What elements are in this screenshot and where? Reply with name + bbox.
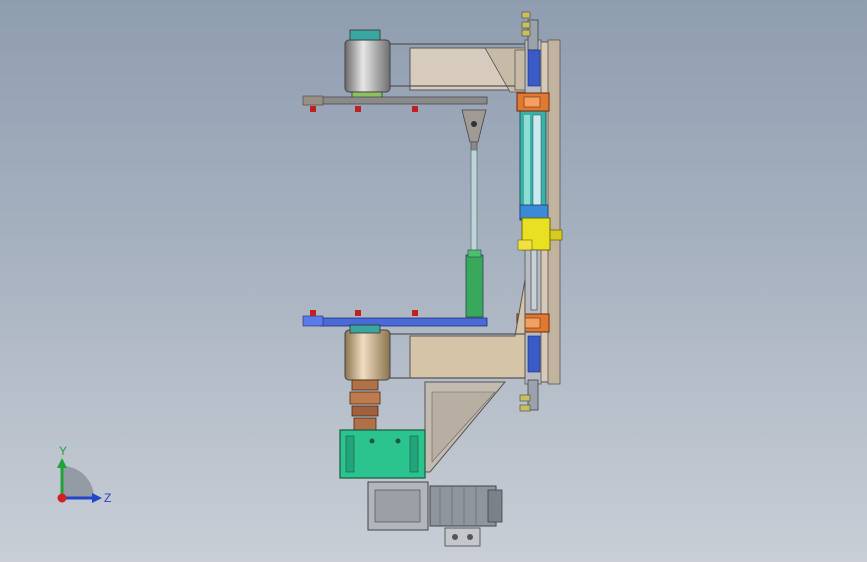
pneumatic-cylinder[interactable] bbox=[519, 109, 549, 221]
orientation-triad[interactable]: Y Z bbox=[57, 444, 111, 505]
z-axis-label: Z bbox=[104, 491, 111, 505]
upper-bearing-block[interactable] bbox=[516, 92, 550, 112]
vertical-rod[interactable] bbox=[470, 149, 478, 256]
y-axis-label: Y bbox=[59, 444, 67, 458]
electric-motor[interactable] bbox=[367, 481, 503, 547]
conical-guide[interactable] bbox=[461, 109, 487, 153]
piston-rod[interactable] bbox=[530, 249, 538, 311]
shaft-coupling[interactable] bbox=[349, 379, 381, 431]
bottom-blue-plate[interactable] bbox=[302, 315, 488, 327]
top-pulley[interactable] bbox=[344, 29, 391, 101]
gearbox-bracket[interactable] bbox=[424, 381, 507, 473]
x-axis-origin-icon bbox=[57, 493, 67, 503]
cad-viewport[interactable]: Y Z bbox=[0, 0, 867, 562]
bottom-plate-bolts bbox=[310, 310, 418, 316]
top-plate-bolts bbox=[310, 106, 418, 112]
gearbox[interactable] bbox=[339, 429, 426, 479]
top-plate[interactable] bbox=[302, 95, 488, 106]
assembly-model[interactable]: Y Z bbox=[0, 0, 867, 562]
bottom-pulley[interactable] bbox=[344, 324, 391, 381]
y-axis-arrowhead-icon bbox=[57, 458, 67, 468]
green-bushing[interactable] bbox=[465, 249, 484, 318]
z-axis-arrowhead-icon bbox=[92, 493, 102, 503]
triad-plane-icon bbox=[62, 466, 94, 498]
